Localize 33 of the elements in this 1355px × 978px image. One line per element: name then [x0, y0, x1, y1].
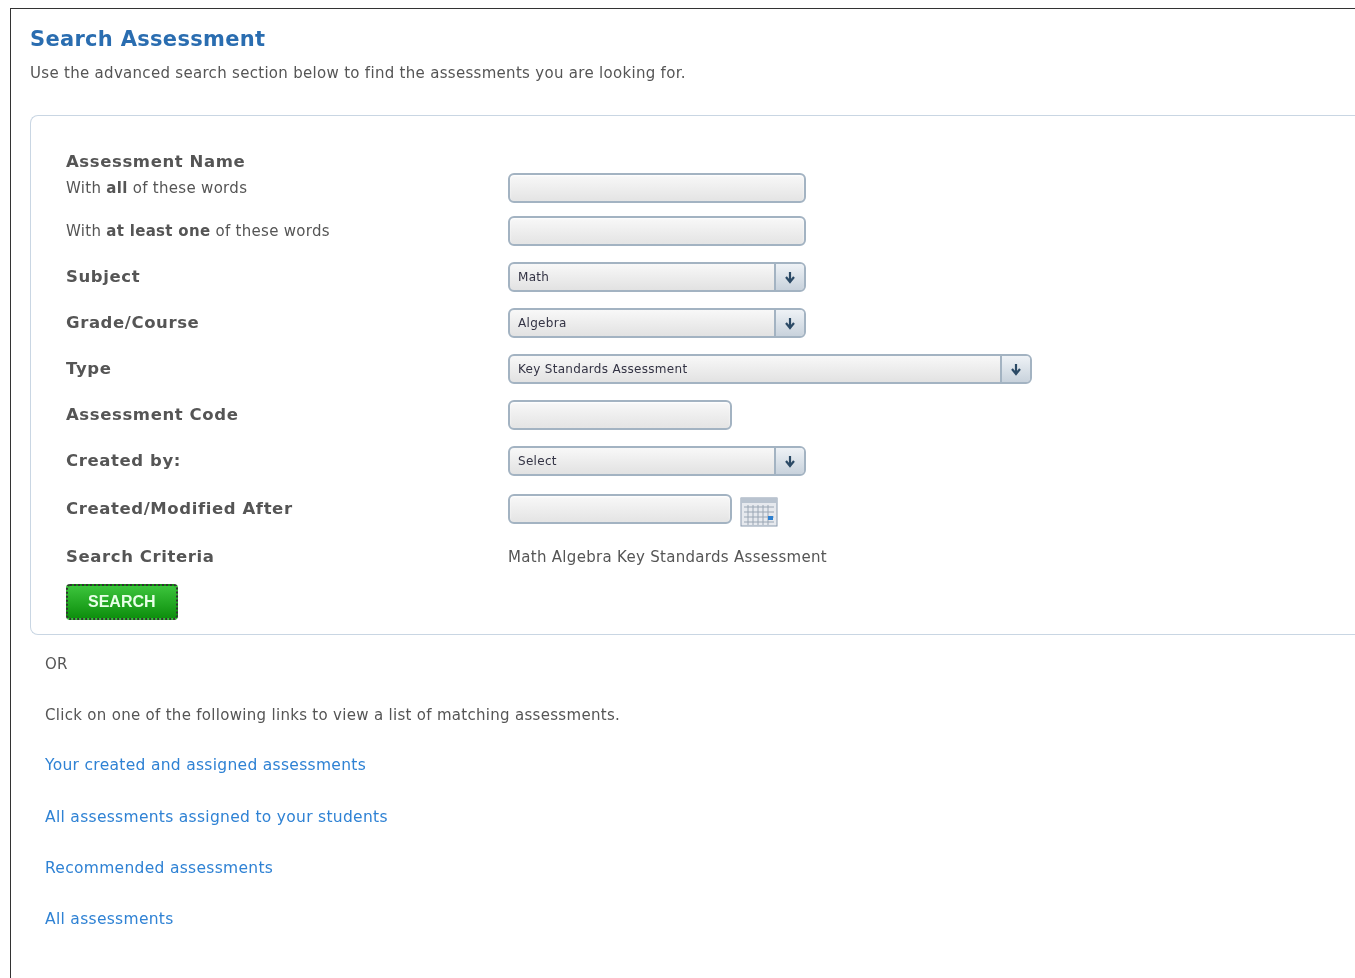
field-label: Assessment Code	[66, 404, 240, 427]
field-label: Subject	[66, 266, 142, 289]
text-field[interactable]	[508, 400, 732, 431]
date-field[interactable]	[508, 494, 732, 525]
dropdown-field[interactable]: Math	[508, 262, 806, 293]
dropdown-field[interactable]: Select	[508, 446, 806, 477]
calendar-icon[interactable]	[740, 497, 778, 528]
arrow-down-icon	[784, 454, 796, 468]
criteria-text: Math Algebra Key Standards Assessment	[508, 547, 827, 569]
field-label: Assessment Name	[66, 150, 247, 173]
assessment-link[interactable]: Recommended assessments	[45, 856, 274, 881]
field-label: Created by:	[66, 450, 182, 473]
intro-text: Use the advanced search section below to find the assessments you are looking for.	[30, 63, 687, 85]
assessment-link[interactable]: All assessments assigned to your students	[45, 805, 388, 829]
arrow-down-icon	[784, 316, 796, 330]
page-title: Search Assessment	[30, 27, 267, 53]
assessment-link[interactable]: All assessments	[45, 908, 174, 932]
text-field[interactable]	[508, 173, 806, 204]
field-label: Created/Modified After	[66, 498, 294, 521]
dropdown-field[interactable]: Key Standards Assessment	[508, 354, 1032, 385]
field-label: Search Criteria	[66, 546, 216, 569]
links-intro: Click on one of the following links to view a list of matching assessments.	[45, 704, 622, 726]
field-label: Type	[66, 358, 113, 381]
field-label: With at least one of these words	[66, 221, 331, 243]
arrow-down-icon	[1010, 362, 1022, 376]
text-field[interactable]	[508, 216, 806, 247]
search-button[interactable]: SEARCH	[66, 584, 178, 621]
assessment-link[interactable]: Your created and assigned assessments	[45, 754, 367, 778]
or-text: OR	[45, 654, 69, 676]
field-label: With all of these words	[66, 178, 249, 200]
dropdown-field[interactable]: Algebra	[508, 308, 806, 339]
field-label: Grade/Course	[66, 312, 201, 335]
arrow-down-icon	[784, 270, 796, 284]
